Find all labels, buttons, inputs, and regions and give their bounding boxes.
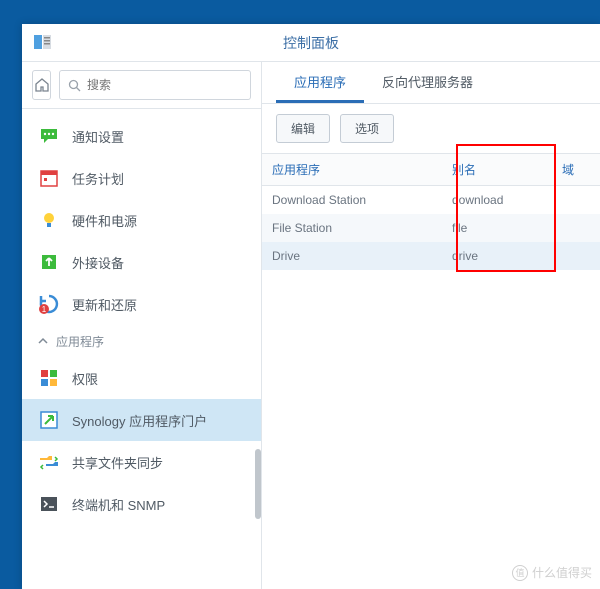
- device-icon: [38, 251, 60, 273]
- cell-app: Download Station: [262, 186, 442, 214]
- terminal-icon: [38, 493, 60, 515]
- cell-domain: [552, 242, 600, 270]
- portal-icon: [38, 409, 60, 431]
- tiles-icon: [38, 367, 60, 389]
- sidebar-top: [22, 62, 261, 109]
- chat-icon: [38, 125, 60, 147]
- watermark-text: 什么值得买: [532, 564, 592, 581]
- app-icon: [34, 35, 54, 51]
- edit-button[interactable]: 编辑: [276, 114, 330, 143]
- control-panel-window: 控制面板 通知设置 任务计划: [22, 24, 600, 589]
- sidebar-section-label: 应用程序: [56, 333, 104, 350]
- table-row[interactable]: Download Station download: [262, 186, 600, 214]
- tabs: 应用程序 反向代理服务器: [262, 62, 600, 104]
- sidebar-item-label: 共享文件夹同步: [72, 453, 163, 472]
- sidebar-item-update-restore[interactable]: 1 更新和还原: [22, 283, 261, 325]
- update-icon: 1: [38, 293, 60, 315]
- col-application[interactable]: 应用程序: [262, 154, 442, 185]
- search-box[interactable]: [59, 70, 251, 100]
- sidebar-item-label: 任务计划: [72, 169, 124, 188]
- cell-app: Drive: [262, 242, 442, 270]
- cell-alias: drive: [442, 242, 552, 270]
- table-header: 应用程序 别名 域: [262, 153, 600, 186]
- sidebar-item-task-scheduler[interactable]: 任务计划: [22, 157, 261, 199]
- col-alias[interactable]: 别名: [442, 154, 552, 185]
- bulb-icon: [38, 209, 60, 231]
- sidebar-item-label: 更新和还原: [72, 295, 137, 314]
- main: 应用程序 反向代理服务器 编辑 选项 应用程序 别名 域 Download St…: [262, 62, 600, 589]
- chevron-up-icon: [38, 336, 48, 346]
- search-input[interactable]: [87, 78, 242, 92]
- home-icon: [34, 77, 50, 93]
- sidebar-item-terminal-snmp[interactable]: 终端机和 SNMP: [22, 483, 261, 525]
- tab-reverse-proxy[interactable]: 反向代理服务器: [364, 62, 491, 103]
- sidebar: 通知设置 任务计划 硬件和电源 外接设备 1 更新和还原: [22, 62, 262, 589]
- watermark: 值 什么值得买: [512, 564, 592, 581]
- app-table: 应用程序 别名 域 Download Station download File…: [262, 153, 600, 589]
- table-body: Download Station download File Station f…: [262, 186, 600, 270]
- sidebar-item-label: 终端机和 SNMP: [72, 495, 165, 514]
- options-button[interactable]: 选项: [340, 114, 394, 143]
- cell-domain: [552, 214, 600, 242]
- titlebar: 控制面板: [22, 24, 600, 62]
- sidebar-item-label: 外接设备: [72, 253, 124, 272]
- col-domain[interactable]: 域: [552, 154, 600, 185]
- sidebar-section-apps[interactable]: 应用程序: [22, 325, 261, 357]
- sidebar-item-privileges[interactable]: 权限: [22, 357, 261, 399]
- table-row[interactable]: File Station file: [262, 214, 600, 242]
- sidebar-item-external-devices[interactable]: 外接设备: [22, 241, 261, 283]
- cell-alias: download: [442, 186, 552, 214]
- cell-alias: file: [442, 214, 552, 242]
- scrollbar[interactable]: [255, 449, 261, 519]
- window-title: 控制面板: [283, 33, 339, 53]
- sidebar-item-label: 硬件和电源: [72, 211, 137, 230]
- home-button[interactable]: [32, 70, 51, 100]
- tab-applications[interactable]: 应用程序: [276, 62, 364, 103]
- sync-icon: [38, 451, 60, 473]
- sidebar-item-notifications[interactable]: 通知设置: [22, 115, 261, 157]
- watermark-badge: 值: [512, 565, 528, 581]
- cell-domain: [552, 186, 600, 214]
- sidebar-item-label: 权限: [72, 369, 98, 388]
- sidebar-item-shared-folder-sync[interactable]: 共享文件夹同步: [22, 441, 261, 483]
- sidebar-item-hardware-power[interactable]: 硬件和电源: [22, 199, 261, 241]
- sidebar-item-app-portal[interactable]: Synology 应用程序门户: [22, 399, 261, 441]
- nav: 通知设置 任务计划 硬件和电源 外接设备 1 更新和还原: [22, 109, 261, 589]
- sidebar-item-label: 通知设置: [72, 127, 124, 146]
- content: 通知设置 任务计划 硬件和电源 外接设备 1 更新和还原: [22, 62, 600, 589]
- sidebar-item-label: Synology 应用程序门户: [72, 411, 207, 430]
- svg-text:1: 1: [42, 305, 47, 314]
- toolbar: 编辑 选项: [262, 104, 600, 153]
- cell-app: File Station: [262, 214, 442, 242]
- table-row[interactable]: Drive drive: [262, 242, 600, 270]
- calendar-icon: [38, 167, 60, 189]
- search-icon: [68, 79, 81, 92]
